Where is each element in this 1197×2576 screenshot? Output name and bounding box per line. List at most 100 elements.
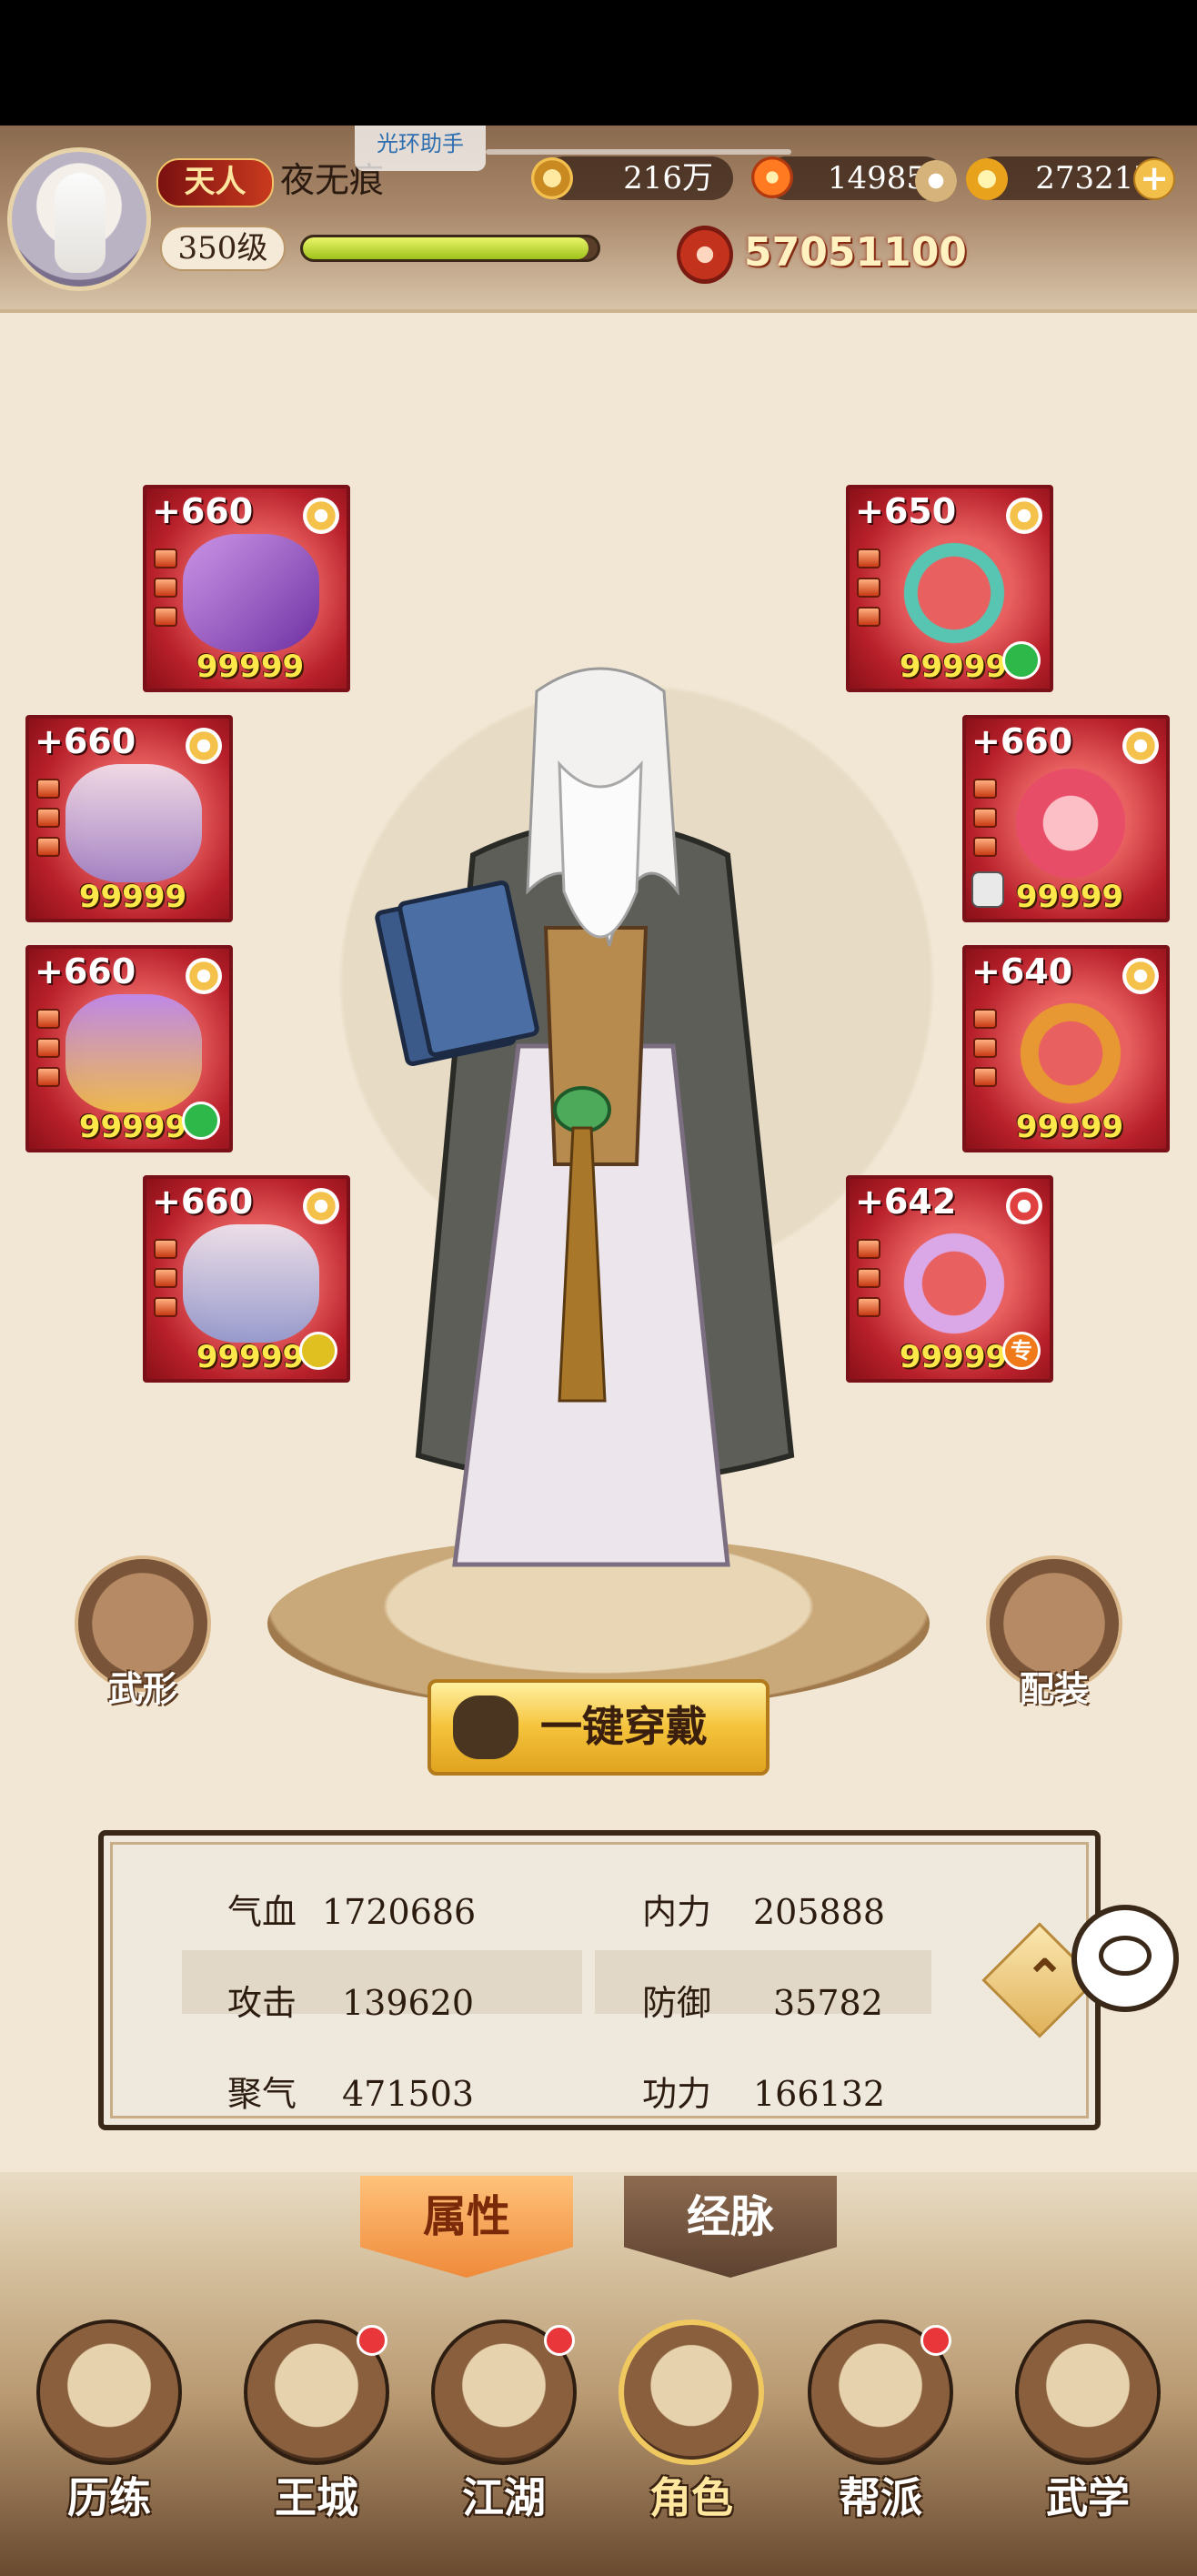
notification-dot [357, 2325, 387, 2356]
stat-value-attack: 139620 [342, 1983, 475, 2023]
chevron-up-icon: ⌃ [1024, 1948, 1066, 2007]
stat-label-defense: 防御 [642, 1983, 712, 2023]
equip-slot-ring[interactable]: +642 99999 专 [846, 1175, 1053, 1383]
star-emblem-icon [1006, 498, 1042, 534]
robe-icon [65, 764, 202, 882]
slot-enhance-level: +660 [971, 721, 1073, 761]
slot-count: 99999 [196, 649, 305, 685]
equip-slot-belt[interactable]: +660 99999 [25, 945, 233, 1152]
nav-label: 帮派 [839, 2473, 922, 2522]
chat-button[interactable] [1071, 1905, 1179, 2012]
gem-socket-icon [973, 1009, 997, 1029]
gem-socket-icon [154, 548, 177, 569]
gem-socket-icon [36, 1009, 60, 1029]
outfit-label: 配装 [1019, 1668, 1089, 1709]
add-gold-button[interactable]: + [1133, 158, 1175, 200]
gem-socket-icon [36, 1067, 60, 1087]
nav-label: 江湖 [462, 2473, 546, 2522]
nav-label: 历练 [67, 2473, 151, 2522]
copper-coin-icon [531, 157, 573, 199]
stat-value-defense: 35782 [773, 1983, 883, 2023]
stat-value-inner: 205888 [753, 1892, 886, 1932]
star-emblem-icon [1122, 728, 1159, 764]
equip-slot-bracelet[interactable]: +640 99999 [962, 945, 1170, 1152]
star-emblem-icon [1006, 1188, 1042, 1224]
combat-power-value: 57051100 [744, 229, 967, 276]
stat-value-hp: 1720686 [322, 1892, 477, 1932]
nav-label: 武学 [1046, 2473, 1130, 2522]
appearance-label: 武形 [107, 1668, 177, 1709]
gem-socket-icon [857, 548, 880, 569]
gold-ingot-icon [966, 158, 1008, 200]
ember-icon [751, 156, 793, 198]
stat-label-attack: 攻击 [227, 1983, 297, 2023]
gem-socket-icon [973, 1067, 997, 1087]
rank-badge: 天人 [156, 158, 274, 207]
tab-meridians-label: 经脉 [686, 2191, 774, 2242]
equip-slot-amulet[interactable]: +660 99999 [962, 715, 1170, 922]
scrolls-icon [1015, 2319, 1161, 2465]
training-scroll-icon [36, 2319, 182, 2465]
gem-socket-icon [857, 1239, 880, 1259]
straw-hat-hero-icon [619, 2319, 764, 2465]
equip-slot-robe[interactable]: +660 99999 [25, 715, 233, 922]
gem-socket-icon [154, 578, 177, 598]
stat-label-inner: 内力 [642, 1892, 712, 1932]
notification-dot [544, 2325, 575, 2356]
ring-icon [886, 1224, 1022, 1343]
stat-label-hp: 气血 [227, 1892, 297, 1932]
slot-enhance-level: +660 [35, 721, 136, 761]
belt-icon [65, 994, 202, 1112]
gem-socket-icon [154, 1268, 177, 1288]
gem-socket-icon [36, 808, 60, 828]
nav-jianghu[interactable]: 江湖 [413, 2319, 595, 2529]
gem-socket-icon [36, 837, 60, 857]
gem-socket-icon [154, 1297, 177, 1317]
gem-socket-icon [973, 837, 997, 857]
slot-count: 99999 [1015, 1109, 1124, 1145]
star-emblem-icon [1122, 958, 1159, 994]
gem-socket-icon [154, 607, 177, 627]
stat-label-skill: 功力 [642, 2074, 712, 2114]
star-emblem-icon [303, 1188, 339, 1224]
stat-label-qi: 聚气 [227, 2074, 297, 2114]
star-emblem-icon [186, 958, 222, 994]
stats-panel: 气血 1720686 内力 205888 攻击 139620 防御 35782 … [98, 1830, 1101, 2130]
gem-socket-icon [36, 779, 60, 799]
equip-slot-necklace[interactable]: +650 99999 [846, 485, 1053, 692]
bracelet-icon [1002, 994, 1139, 1112]
equip-slot-weapon[interactable]: +660 99999 [143, 485, 350, 692]
equip-all-button[interactable]: 一键穿戴 [428, 1679, 770, 1776]
gem-socket-icon [857, 1297, 880, 1317]
nav-martial-arts[interactable]: 武学 [997, 2319, 1179, 2529]
exp-bar [300, 235, 600, 262]
star-emblem-icon [186, 728, 222, 764]
character-figure[interactable] [364, 655, 837, 1637]
combat-power-icon [677, 226, 733, 284]
lotus-amulet-icon [1002, 764, 1139, 882]
gem-socket-icon [857, 578, 880, 598]
gem-socket-icon [973, 779, 997, 799]
slot-enhance-level: +640 [971, 951, 1073, 991]
slot-enhance-level: +660 [152, 491, 254, 531]
nav-character[interactable]: 角色 [600, 2319, 782, 2529]
nav-royal-city[interactable]: 王城 [226, 2319, 407, 2529]
silver-ingot-icon [915, 160, 957, 202]
nav-guild[interactable]: 帮派 [790, 2319, 971, 2529]
gem-socket-icon [857, 1268, 880, 1288]
helper-overlay-tag[interactable]: 光环助手 [355, 126, 486, 171]
nav-training[interactable]: 历练 [18, 2319, 200, 2529]
gem-socket-icon [154, 1239, 177, 1259]
gem-socket-icon [973, 808, 997, 828]
stat-value-skill: 166132 [753, 2074, 886, 2114]
link-icon [1002, 641, 1041, 679]
equip-slot-boots[interactable]: +660 99999 [143, 1175, 350, 1383]
lock-icon [971, 871, 1004, 908]
slot-enhance-level: +660 [152, 1182, 254, 1222]
exclusive-badge: 专 [1002, 1332, 1041, 1370]
slot-enhance-level: +642 [855, 1182, 957, 1222]
chat-bubble-icon [1099, 1936, 1152, 1976]
notification-dot [920, 2325, 951, 2356]
link-icon [182, 1102, 220, 1140]
stat-value-qi: 471503 [342, 2074, 475, 2114]
